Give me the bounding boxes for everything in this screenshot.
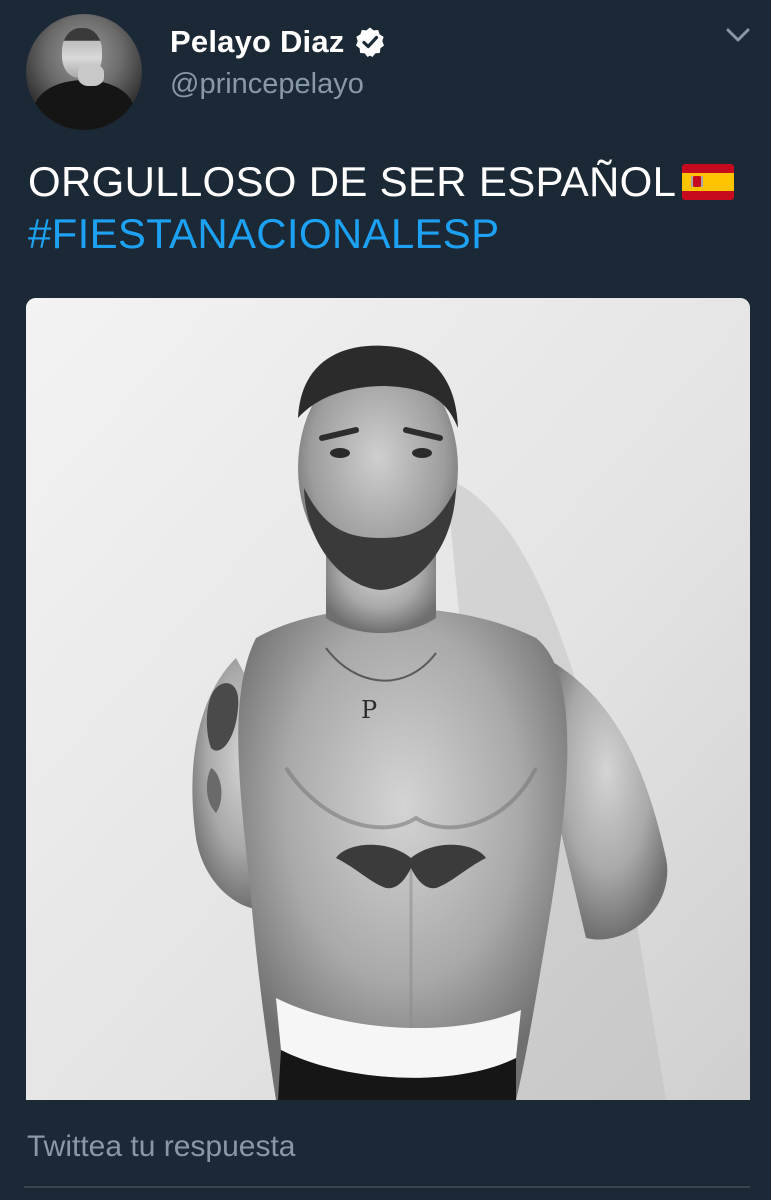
reply-input-underline	[24, 1186, 750, 1188]
author-display-name[interactable]: Pelayo Diaz	[170, 24, 345, 60]
spain-flag-icon	[682, 164, 735, 200]
tweet-detail-screen: Pelayo Diaz @princepelayo ORGULLOSO DE S…	[0, 0, 771, 1200]
avatar[interactable]	[26, 14, 142, 130]
reply-input[interactable]: Twittea tu respuesta	[27, 1130, 747, 1176]
verified-badge-icon	[355, 27, 384, 57]
tweet-body-text: ORGULLOSO DE SER ESPAÑOL	[28, 158, 677, 205]
avatar-hand	[78, 64, 104, 86]
author-name-row[interactable]: Pelayo Diaz	[170, 24, 386, 60]
avatar-body	[34, 80, 134, 130]
tattoo-letter: P	[361, 696, 378, 724]
tweet-text: ORGULLOSO DE SER ESPAÑOL #FIESTANACIONAL…	[28, 156, 758, 260]
photo-illustration	[26, 298, 750, 1100]
author-handle[interactable]: @princepelayo	[170, 68, 364, 101]
hashtag-link[interactable]: #FIESTANACIONALESP	[28, 210, 499, 257]
tweet-photo[interactable]: P	[26, 298, 750, 1100]
chevron-down-icon[interactable]	[724, 24, 752, 46]
